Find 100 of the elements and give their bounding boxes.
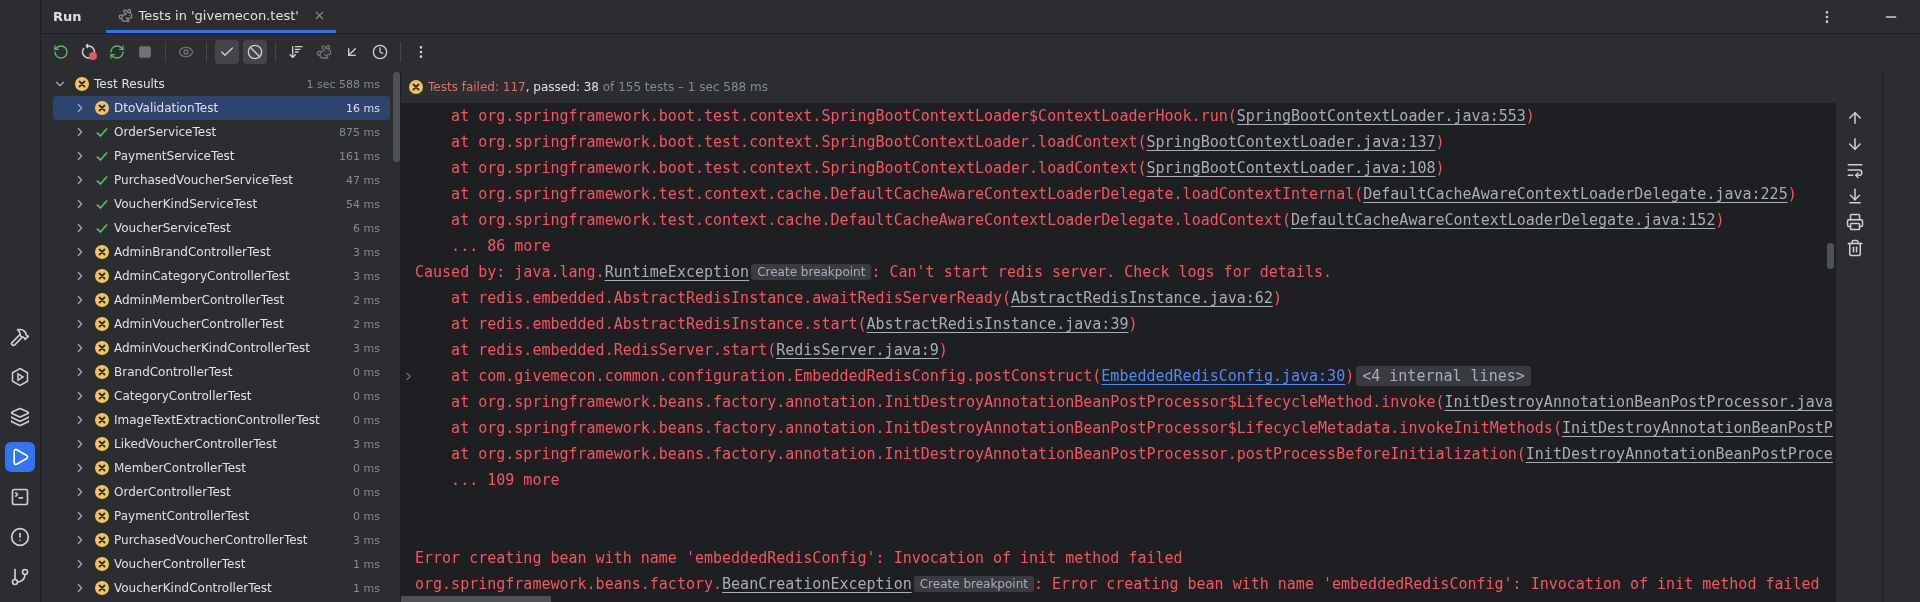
test-tree-item[interactable]: AdminCategoryControllerTest 3 ms: [53, 264, 390, 288]
stack-trace-text: ): [1128, 315, 1138, 333]
terminal-icon: [10, 487, 30, 507]
test-name: VoucherServiceTest: [114, 221, 232, 235]
test-duration: 0 ms: [353, 509, 380, 523]
test-duration: 2 ms: [353, 293, 380, 307]
test-duration: 3 ms: [353, 341, 380, 355]
test-tree-item[interactable]: AdminVoucherControllerTest 2 ms: [53, 312, 390, 336]
create-breakpoint-button[interactable]: Create breakpoint: [913, 576, 1034, 592]
test-name: AdminVoucherControllerTest: [114, 317, 285, 331]
stack-trace-text: ): [1435, 133, 1445, 151]
stack-trace-text: Caused by: java.lang.: [415, 263, 605, 281]
test-tree-item[interactable]: PaymentServiceTest 161 ms: [53, 144, 390, 168]
failed-status-icon: [75, 77, 89, 91]
file-link[interactable]: RedisServer.java:9: [776, 341, 939, 359]
stack-trace-text: ): [1272, 289, 1282, 307]
scrollbar-thumb[interactable]: [392, 72, 400, 162]
ban-icon: [247, 44, 263, 60]
stack-trace-text: at org.springframework.test.context.cache.DefaultCacheAwareContextLoaderDelegate.loadContext(: [450, 211, 1291, 229]
rabbit-icon: [316, 44, 332, 60]
rerun-failed-icon: [80, 43, 98, 61]
test-tree-item[interactable]: AdminMemberControllerTest 2 ms: [53, 288, 390, 312]
test-tree-item[interactable]: ImageTextExtractionControllerTest 0 ms: [53, 408, 390, 432]
file-link[interactable]: DefaultCacheAwareContextLoaderDelegate.java:152: [1291, 211, 1716, 229]
failed-status-icon: [95, 461, 109, 475]
scrollbar-thumb[interactable]: [401, 596, 551, 602]
test-tree-item[interactable]: CategoryControllerTest 0 ms: [53, 384, 390, 408]
test-duration: 2 ms: [353, 317, 380, 331]
file-link[interactable]: SpringBootContextLoader.java:137: [1146, 133, 1436, 151]
run-tool-button[interactable]: [5, 442, 35, 472]
stack-trace-text: ): [1525, 107, 1535, 125]
wrap-text-icon[interactable]: [1845, 161, 1864, 179]
stack-trace-text: at redis.embedded.AbstractRedisInstance.start(: [450, 315, 867, 333]
stack-trace-text: ): [1715, 211, 1725, 229]
test-name: AdminVoucherKindControllerTest: [114, 341, 312, 355]
test-name: PaymentServiceTest: [114, 149, 236, 163]
failed-status-icon: [95, 557, 109, 571]
test-tree-item[interactable]: BrandControllerTest 0 ms: [53, 360, 390, 384]
tool-window-title: Run: [53, 8, 82, 26]
test-tree-item[interactable]: OrderControllerTest 0 ms: [53, 480, 390, 504]
rabbit-icon: [117, 7, 133, 23]
stack-trace-text: ): [1435, 159, 1445, 177]
test-name: ImageTextExtractionControllerTest: [114, 413, 321, 427]
trash-icon[interactable]: [1845, 239, 1864, 257]
failed-status-icon: [95, 245, 109, 259]
file-link[interactable]: AbstractRedisInstance.java:39: [866, 315, 1129, 333]
failed-status-icon: [95, 101, 109, 115]
test-duration: 1 ms: [353, 581, 380, 595]
refresh-icon: [109, 44, 125, 60]
file-link[interactable]: SpringBootContextLoader.java:108: [1146, 159, 1436, 177]
test-duration: 1 sec 588 ms: [306, 77, 380, 91]
test-tree-item[interactable]: LikedVoucherControllerTest 3 ms: [53, 432, 390, 456]
test-name: PurchasedVoucherControllerTest: [114, 533, 309, 547]
test-tree-item[interactable]: VoucherKindServiceTest 54 ms: [53, 192, 390, 216]
file-link[interactable]: DefaultCacheAwareContextLoaderDelegate.java:225: [1363, 185, 1788, 203]
file-link[interactable]: InitDestroyAnnotationBeanPostProcessor.java: [1444, 393, 1833, 411]
scrollbar-thumb[interactable]: [1827, 243, 1834, 269]
file-link[interactable]: InitDestroyAnnotationBeanPostP: [1561, 419, 1833, 437]
stack-trace-text: ... 109 more: [450, 471, 560, 489]
file-link[interactable]: RuntimeException: [604, 263, 750, 281]
test-name: DtoValidationTest: [114, 101, 220, 115]
internal-lines-fold[interactable]: <4 internal lines>: [1356, 366, 1531, 386]
run-tab[interactable]: Tests in 'givemecon.test': [105, 0, 336, 33]
hammer-icon: [10, 327, 30, 347]
test-tree-item[interactable]: AdminVoucherKindControllerTest 3 ms: [53, 336, 390, 360]
failed-status-icon: [95, 485, 109, 499]
passed-check-icon: [95, 197, 109, 211]
test-tree-item[interactable]: PurchasedVoucherControllerTest 3 ms: [53, 528, 390, 552]
stack-trace-text: ... 86 more: [450, 237, 551, 255]
test-tree-item[interactable]: VoucherKindControllerTest 1 ms: [53, 576, 390, 600]
test-tree-item[interactable]: AdminBrandControllerTest 3 ms: [53, 240, 390, 264]
stack-trace-text: ): [1345, 367, 1355, 385]
failed-status-icon: [95, 581, 109, 595]
test-tree-item[interactable]: Test Results 1 sec 588 ms: [53, 72, 390, 96]
test-tree-item[interactable]: PurchasedVoucherServiceTest 47 ms: [53, 168, 390, 192]
test-duration: 47 ms: [346, 173, 380, 187]
file-link[interactable]: BeanCreationException: [722, 575, 912, 593]
passed-check-icon: [95, 125, 109, 139]
test-tree-item[interactable]: OrderServiceTest 875 ms: [53, 120, 390, 144]
file-link[interactable]: InitDestroyAnnotationBeanPostProce: [1525, 445, 1833, 463]
show-ignored-toggle[interactable]: [243, 40, 267, 64]
test-tree-item[interactable]: DtoValidationTest 16 ms: [53, 96, 390, 120]
create-breakpoint-button[interactable]: Create breakpoint: [751, 264, 872, 280]
test-tree-item[interactable]: VoucherControllerTest 1 ms: [53, 552, 390, 576]
failed-status-icon: [95, 341, 109, 355]
source-file-link[interactable]: EmbeddedRedisConfig.java:30: [1101, 367, 1346, 385]
stack-trace-text: at org.springframework.boot.test.context.SpringBootContextLoader.loadContext(: [450, 159, 1147, 177]
test-tree-item[interactable]: VoucherServiceTest 6 ms: [53, 216, 390, 240]
test-duration: 875 ms: [339, 125, 380, 139]
test-tree-item[interactable]: PaymentControllerTest 0 ms: [53, 504, 390, 528]
clock-icon: [372, 44, 388, 60]
stack-trace-text: org.springframework.beans.factory.: [415, 575, 723, 593]
show-passed-toggle[interactable]: [215, 40, 239, 64]
file-link[interactable]: AbstractRedisInstance.java:62: [1011, 289, 1273, 307]
printer-icon[interactable]: [1845, 213, 1864, 231]
test-tree-item[interactable]: MemberControllerTest 0 ms: [53, 456, 390, 480]
stack-trace-text: ): [1787, 185, 1797, 203]
file-link[interactable]: SpringBootContextLoader.java:553: [1236, 107, 1526, 125]
passed-check-icon: [95, 149, 109, 163]
failed-status-icon: [95, 293, 109, 307]
